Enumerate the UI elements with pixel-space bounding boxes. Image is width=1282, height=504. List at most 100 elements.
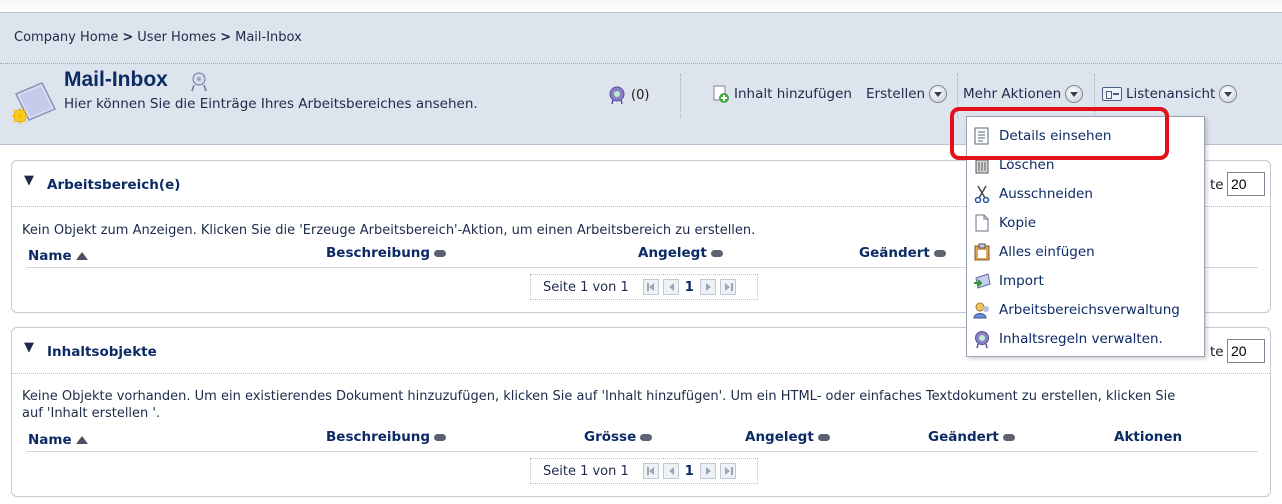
column-modified[interactable]: Geändert	[859, 245, 946, 261]
menu-item-label: Arbeitsbereichsverwaltung	[999, 302, 1180, 318]
last-page-icon[interactable]	[719, 279, 736, 295]
rss-feed-icon[interactable]	[188, 70, 210, 92]
page-size-input[interactable]	[1227, 172, 1265, 196]
menu-item-label: Ausschneiden	[999, 186, 1093, 202]
sort-icon	[710, 249, 723, 257]
column-size[interactable]: Grösse	[584, 429, 653, 445]
sort-icon	[640, 433, 653, 441]
users-icon	[973, 302, 989, 319]
add-content-button[interactable]: Inhalt hinzufügen	[712, 85, 852, 103]
import-icon	[974, 273, 991, 289]
breadcrumb-mail-inbox[interactable]: Mail-Inbox	[235, 30, 302, 45]
current-page[interactable]: 1	[685, 280, 694, 295]
rules-count: (0)	[631, 87, 650, 103]
column-actions: Aktionen	[1114, 429, 1182, 445]
create-menu-button[interactable]: Erstellen	[866, 85, 948, 103]
column-description-label: Beschreibung	[326, 245, 431, 261]
column-created-label: Angelegt	[745, 429, 814, 445]
header-divider	[0, 63, 1282, 64]
more-actions-menu: Details einsehen Löschen Ausschneiden Ko…	[966, 116, 1205, 357]
chevron-down-icon[interactable]	[1219, 85, 1238, 103]
menu-item-view-details[interactable]: Details einsehen	[973, 123, 1111, 149]
space-icon	[12, 82, 57, 124]
last-page-icon[interactable]	[719, 463, 736, 479]
menu-item-label: Details einsehen	[999, 128, 1112, 144]
first-page-icon[interactable]	[642, 279, 659, 295]
scissors-icon	[974, 185, 990, 203]
add-content-label: Inhalt hinzufügen	[734, 86, 852, 102]
page-title: Mail-Inbox	[64, 68, 168, 91]
list-view-label: Listenansicht	[1126, 86, 1216, 102]
breadcrumb-separator: >	[220, 30, 232, 45]
trash-icon	[975, 158, 989, 174]
top-band	[0, 0, 1282, 12]
list-view-button[interactable]: Listenansicht	[1102, 85, 1238, 103]
list-view-icon	[1102, 87, 1122, 101]
page-subtitle: Hier können Sie die Einträge Ihres Arbei…	[64, 96, 478, 112]
breadcrumb-company-home[interactable]: Company Home	[14, 30, 118, 45]
column-description-label: Beschreibung	[326, 429, 431, 445]
sort-ascending-icon	[75, 252, 88, 260]
menu-item-manage-space[interactable]: Arbeitsbereichsverwaltung	[973, 297, 1180, 323]
menu-item-manage-rules[interactable]: Inhaltsregeln verwalten.	[973, 326, 1163, 352]
page-size-label: te	[1210, 344, 1224, 360]
column-modified[interactable]: Geändert	[928, 429, 1015, 445]
toolbar-separator	[1094, 74, 1095, 118]
content-rules-indicator[interactable]: (0)	[607, 85, 649, 105]
content-empty-message-line2: auf 'Inhalt erstellen '.	[22, 406, 161, 421]
menu-item-copy[interactable]: Kopie	[973, 210, 1036, 236]
column-modified-label: Geändert	[859, 245, 930, 261]
column-modified-label: Geändert	[928, 429, 999, 445]
sort-icon	[1002, 433, 1015, 441]
content-pager: Seite 1 von 1 1	[530, 458, 758, 484]
details-icon	[974, 127, 989, 145]
menu-item-import[interactable]: Import	[973, 268, 1044, 294]
column-description[interactable]: Beschreibung	[326, 245, 447, 261]
page-size-input[interactable]	[1227, 339, 1265, 363]
next-page-icon[interactable]	[699, 279, 716, 295]
toolbar-separator	[957, 74, 958, 118]
column-name-label: Name	[28, 432, 72, 448]
collapse-triangle-icon[interactable]: ▼	[24, 340, 34, 355]
column-description[interactable]: Beschreibung	[326, 429, 447, 445]
collapse-triangle-icon[interactable]: ▼	[24, 173, 34, 188]
column-size-label: Grösse	[584, 429, 637, 445]
sort-icon	[817, 433, 830, 441]
more-actions-label: Mehr Aktionen	[963, 86, 1062, 102]
page-size-label: te	[1210, 177, 1224, 193]
menu-item-label: Alles einfügen	[999, 244, 1095, 260]
menu-item-cut[interactable]: Ausschneiden	[973, 181, 1093, 207]
column-created[interactable]: Angelegt	[745, 429, 830, 445]
spaces-pager: Seite 1 von 1 1	[530, 274, 758, 300]
breadcrumb: Company Home > User Homes > Mail-Inbox	[14, 30, 302, 45]
clipboard-icon	[974, 243, 990, 261]
next-page-icon[interactable]	[699, 463, 716, 479]
chevron-down-icon[interactable]	[1065, 85, 1084, 103]
column-created[interactable]: Angelegt	[638, 245, 723, 261]
chevron-down-icon[interactable]	[929, 85, 948, 103]
column-actions-label: Aktionen	[1114, 429, 1183, 445]
menu-item-delete[interactable]: Löschen	[973, 152, 1054, 178]
current-page[interactable]: 1	[685, 464, 694, 479]
breadcrumb-user-homes[interactable]: User Homes	[137, 30, 216, 45]
column-created-label: Angelegt	[638, 245, 707, 261]
column-name-label: Name	[28, 248, 72, 264]
previous-page-icon[interactable]	[662, 279, 679, 295]
column-rule	[26, 451, 1258, 452]
previous-page-icon[interactable]	[662, 463, 679, 479]
menu-item-label: Inhaltsregeln verwalten.	[999, 331, 1163, 347]
copy-icon	[975, 214, 989, 232]
more-actions-button[interactable]: Mehr Aktionen	[963, 85, 1084, 103]
sort-icon	[434, 249, 447, 257]
add-content-icon	[713, 85, 729, 103]
menu-item-paste-all[interactable]: Alles einfügen	[973, 239, 1095, 265]
sort-ascending-icon	[75, 436, 88, 444]
breadcrumb-separator: >	[122, 30, 134, 45]
column-name[interactable]: Name	[28, 432, 88, 448]
column-name[interactable]: Name	[28, 248, 88, 264]
sort-icon	[933, 249, 946, 257]
spaces-empty-message: Kein Objekt zum Anzeigen. Klicken Sie di…	[22, 223, 756, 238]
first-page-icon[interactable]	[642, 463, 659, 479]
menu-item-label: Kopie	[999, 215, 1037, 231]
menu-item-label: Löschen	[999, 157, 1055, 173]
